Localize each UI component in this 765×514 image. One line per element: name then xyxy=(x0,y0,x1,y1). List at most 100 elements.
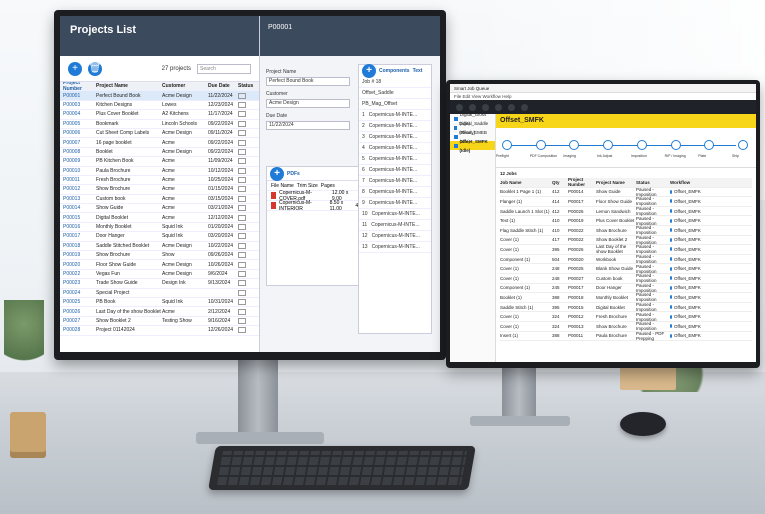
column-header[interactable]: Project Name xyxy=(96,83,162,89)
table-row[interactable]: P00013 Custom book Acme 03/15/2024 xyxy=(60,195,259,205)
table-row[interactable]: P00010 Paula Brochure Acme 10/12/2024 xyxy=(60,167,259,176)
table-row[interactable]: P00022 Vegas Fun Acme Design 9/6/2024 xyxy=(60,270,259,280)
table-row[interactable]: P00009 PB Kitchen Book Acme 11/09/2024 xyxy=(60,157,259,167)
column-header[interactable]: Customer xyxy=(162,83,208,89)
job-row[interactable]: Cover (1) 395 P00026 Last Day of the show B… xyxy=(500,244,752,255)
row-checkbox[interactable] xyxy=(238,92,246,99)
row-checkbox[interactable] xyxy=(238,205,246,212)
job-row[interactable]: Booklet (1) 388 P00018 Monthly Booklet Pause… xyxy=(500,292,752,303)
flow-node[interactable] xyxy=(738,140,748,150)
table-row[interactable]: P00003 Kitchen Designs Lowes 12/23/2024 xyxy=(60,101,259,111)
pdf-row[interactable]: Copernicus-M-INTERIOR 8.50 x 11.00 40 xyxy=(267,200,361,212)
row-checkbox[interactable] xyxy=(238,130,246,137)
row-checkbox[interactable] xyxy=(238,299,246,306)
menu-workflow[interactable]: Workflow xyxy=(483,94,501,99)
column-header[interactable]: Due Date xyxy=(208,83,238,89)
column-header[interactable]: Workflow xyxy=(670,180,700,185)
row-checkbox[interactable] xyxy=(238,177,246,184)
job-item[interactable]: Offset_Saddle xyxy=(359,88,431,99)
table-row[interactable]: P00004 Plus Cover Booklet A2 Kitchens 11/17… xyxy=(60,110,259,120)
sidebar-item-active[interactable]: Offset_SMFK (Idle) xyxy=(450,139,495,153)
flow-node[interactable] xyxy=(535,140,546,150)
row-checkbox[interactable] xyxy=(238,252,246,259)
job-row[interactable]: Booklet 1 Page 1 (1) 412 P00014 Show Guide P… xyxy=(500,187,752,198)
table-row[interactable]: P00015 Digital Booklet Acme 12/12/2024 xyxy=(60,213,259,223)
job-item[interactable]: PB_Mag_Offset xyxy=(359,99,431,110)
row-checkbox[interactable] xyxy=(238,111,246,118)
column-header[interactable]: Status xyxy=(636,180,670,185)
row-checkbox[interactable] xyxy=(238,224,246,231)
table-row[interactable]: P00007 16 page booklet Acme 09/22/2024 xyxy=(60,138,259,148)
menu-edit[interactable]: Edit xyxy=(463,94,471,99)
job-row[interactable]: Cover (1) 248 P00025 Blank Show Guide Paused… xyxy=(500,264,752,274)
row-checkbox[interactable] xyxy=(238,167,246,174)
search-input[interactable]: Search xyxy=(197,63,251,74)
table-row[interactable]: P00017 Door Hanger Squid Ink 03/20/2024 xyxy=(60,232,259,242)
table-row[interactable]: P00016 Monthly Booklet Squid Ink 01/20/2024 xyxy=(60,223,259,233)
table-row[interactable]: P00005 Bookmark Lincoln Schools 09/22/2024 xyxy=(60,120,259,129)
row-checkbox[interactable] xyxy=(238,308,246,315)
flow-node[interactable] xyxy=(704,140,715,150)
row-checkbox[interactable] xyxy=(238,101,246,108)
toolbar-icon[interactable] xyxy=(508,103,515,111)
component-row[interactable]: 6 Copernicus-M-INTE... xyxy=(359,165,431,176)
job-row[interactable]: Cover (1) 324 P00012 Fresh Brochure Paused -… xyxy=(500,312,752,322)
row-checkbox[interactable] xyxy=(238,327,246,334)
flow-node[interactable] xyxy=(569,140,580,150)
toolbar-icon[interactable] xyxy=(495,103,502,111)
job-row[interactable]: Component (1) 504 P00020 Workbook Paused - I… xyxy=(500,254,752,265)
flow-node[interactable] xyxy=(502,140,512,150)
row-checkbox[interactable] xyxy=(238,317,246,324)
component-row[interactable]: 7 Copernicus-M-INTE... xyxy=(359,176,431,187)
row-checkbox[interactable] xyxy=(238,233,246,240)
table-row[interactable]: P00027 Show Booklet 2 Testing Show 9/16/202… xyxy=(60,317,259,327)
row-checkbox[interactable] xyxy=(238,139,246,146)
table-row[interactable]: P00025 PB Book Squid Ink 10/31/2024 xyxy=(60,298,259,308)
table-row[interactable]: P00006 Cut Sheet Comp Labels Acme Design 09… xyxy=(60,129,259,139)
column-header[interactable]: Job Name xyxy=(500,180,552,185)
row-checkbox[interactable] xyxy=(238,261,246,268)
row-checkbox[interactable] xyxy=(238,289,246,296)
flow-node[interactable] xyxy=(603,140,614,150)
table-row[interactable]: P00011 Fresh Brochure Acme 10/25/2024 xyxy=(60,176,259,186)
due-date-field[interactable]: 11/22/2024 xyxy=(266,121,350,130)
component-row[interactable]: 11 Copernicus-M-INTE... xyxy=(359,220,431,231)
job-row[interactable]: Insert (1) 388 P00011 Paula Brochure Paused … xyxy=(500,331,752,342)
column-header[interactable]: Status xyxy=(238,83,253,89)
component-row[interactable]: 9 Copernicus-M-INTE... xyxy=(359,198,431,209)
job-row[interactable]: Text (1) 410 P00019 Plus Cover Booklet Pause… xyxy=(500,216,752,226)
table-row[interactable]: P00023 Trade Show Guide Design Ink 9/13/202… xyxy=(60,279,259,289)
flow-node[interactable] xyxy=(670,140,681,150)
component-row[interactable]: 3 Copernicus-M-INTE... xyxy=(359,132,431,143)
table-row[interactable]: P00020 Floor Show Guide Acme Design 10/26/2… xyxy=(60,260,259,270)
column-header[interactable]: Qty xyxy=(552,180,568,185)
column-header[interactable]: Project Number xyxy=(60,82,96,92)
job-row[interactable]: Cover (1) 324 P00013 Show Brochure Paused - … xyxy=(500,321,752,332)
component-row[interactable]: 2 Copernicus-M-INTE... xyxy=(359,121,431,132)
row-checkbox[interactable] xyxy=(238,214,246,221)
table-row[interactable]: P00018 Saddle Stitched Booklet Acme Design… xyxy=(60,242,259,252)
component-row[interactable]: 5 Copernicus-M-INTE... xyxy=(359,154,431,165)
row-checkbox[interactable] xyxy=(238,271,246,277)
menu-file[interactable]: File xyxy=(454,94,461,99)
table-row[interactable]: P00024 Special Project xyxy=(60,289,259,298)
add-icon[interactable]: + xyxy=(68,61,82,76)
table-row[interactable]: P00026 Last Day of the show Booklet Acme 2/… xyxy=(60,307,259,317)
table-row[interactable]: P00014 Show Guide Acme 03/21/2024 xyxy=(60,204,259,214)
components-type[interactable]: Text xyxy=(413,68,423,74)
row-checkbox[interactable] xyxy=(238,186,246,193)
add-pdf-icon[interactable]: + xyxy=(270,166,284,181)
component-row[interactable]: 4 Copernicus-M-INTE... xyxy=(359,143,431,154)
flow-node[interactable] xyxy=(636,140,647,150)
component-row[interactable]: 13 Copernicus-M-INTE... xyxy=(359,242,431,253)
job-row[interactable]: Saddle Stitch (1) 395 P00015 Digital Bookle… xyxy=(500,302,752,313)
table-row[interactable]: P00019 Show Brochure Show 09/26/2024 xyxy=(60,251,259,261)
row-checkbox[interactable] xyxy=(238,195,246,202)
menu-help[interactable]: Help xyxy=(502,94,511,99)
toolbar-icon[interactable] xyxy=(521,103,528,111)
row-checkbox[interactable] xyxy=(238,242,246,249)
job-row[interactable]: Flag Saddle Stitch (1) 410 P00022 Show Broc… xyxy=(500,225,752,236)
job-row[interactable]: Cover (1) 248 P00027 Custom book Paused - Im… xyxy=(500,273,752,284)
job-row[interactable]: Saddle Launch 1 Slot (1) 412 P00026 Lemon S… xyxy=(500,206,752,217)
row-checkbox[interactable] xyxy=(238,158,246,165)
